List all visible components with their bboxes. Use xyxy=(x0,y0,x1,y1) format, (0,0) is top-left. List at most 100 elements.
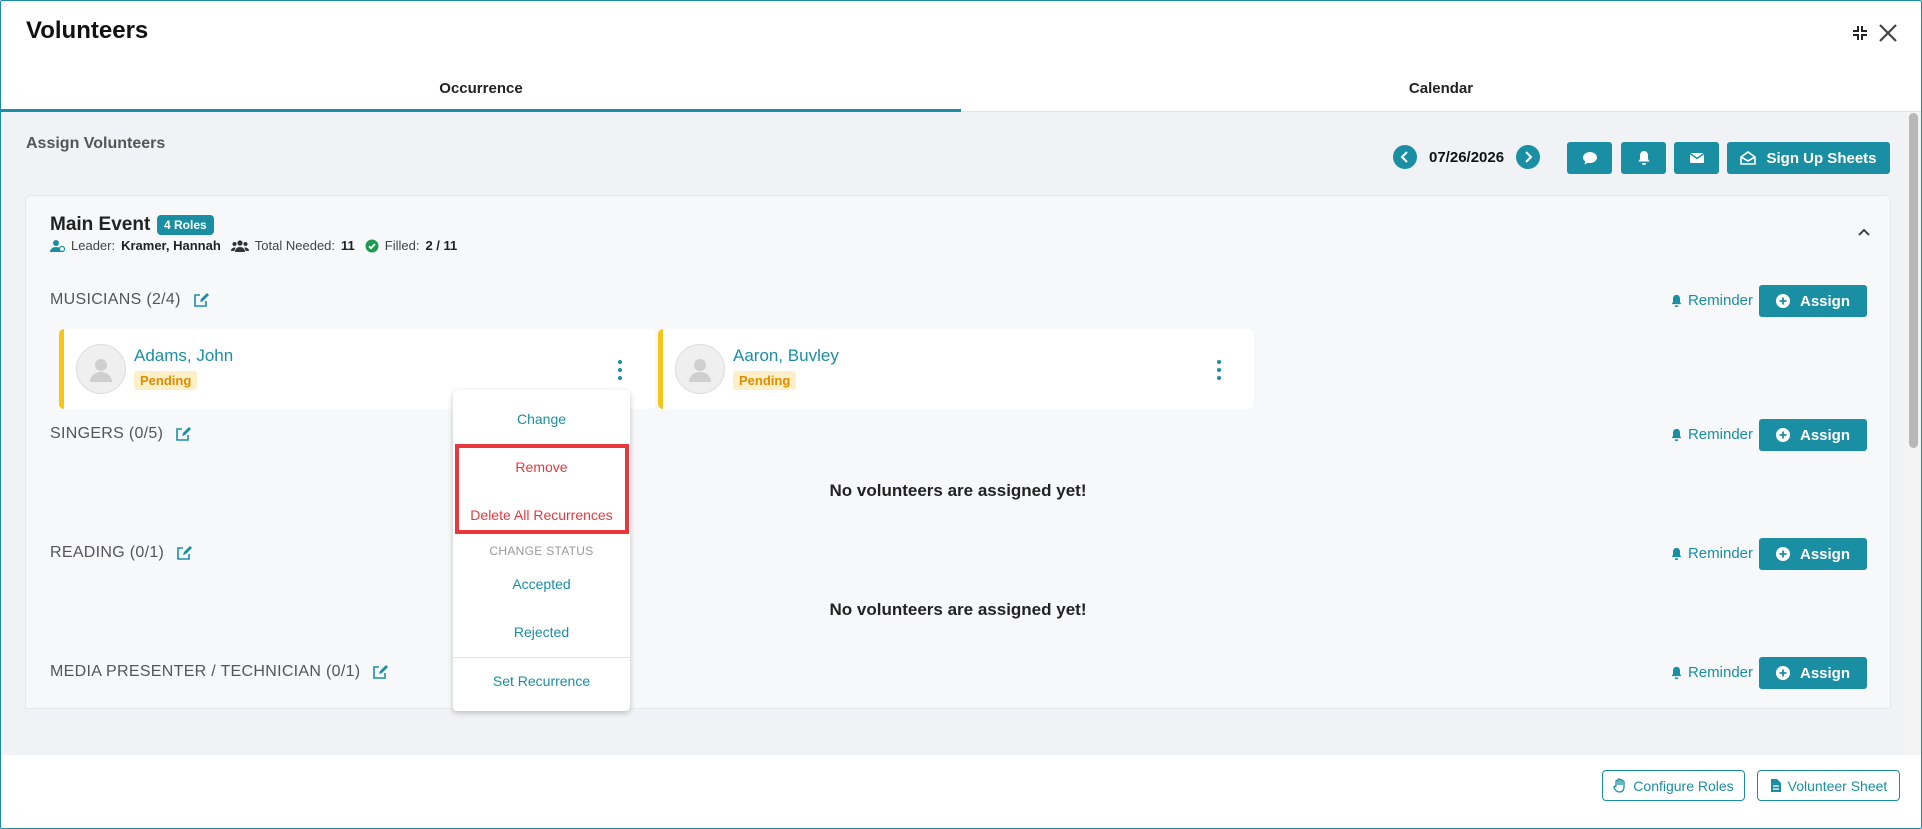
notification-button[interactable] xyxy=(1621,142,1666,174)
role-name: READING (0/1) xyxy=(50,544,165,561)
total-needed-label: Total Needed: xyxy=(254,238,336,253)
next-date-button[interactable] xyxy=(1516,145,1541,169)
reminder-button-media-presenter[interactable]: Reminder xyxy=(1670,664,1753,681)
empty-message-singers: No volunteers are assigned yet! xyxy=(829,481,1087,500)
edit-icon[interactable] xyxy=(372,664,389,680)
edit-icon[interactable] xyxy=(176,545,193,561)
scrollbar-thumb[interactable] xyxy=(1909,113,1918,448)
envelope-open-icon xyxy=(1740,151,1757,165)
tab-calendar[interactable]: Calendar xyxy=(961,65,1921,111)
menu-item-set-recurrence[interactable]: Set Recurrence xyxy=(453,673,630,689)
assign-button-reading[interactable]: Assign xyxy=(1759,538,1867,570)
reminder-button-singers[interactable]: Reminder xyxy=(1670,426,1753,443)
menu-item-accepted[interactable]: Accepted xyxy=(453,576,630,592)
tab-bar: Occurrence Calendar xyxy=(1,65,1921,112)
check-circle-icon xyxy=(365,239,379,252)
tab-calendar-label: Calendar xyxy=(1408,79,1474,97)
event-card: Main Event 4 Roles Leader: Kramer, Hanna… xyxy=(25,195,1891,709)
role-header-media-presenter: MEDIA PRESENTER / TECHNICIAN (0/1) xyxy=(50,663,389,681)
volunteers-dialog: Volunteers Occurrence Calendar Assign Vo… xyxy=(0,0,1922,829)
bell-icon xyxy=(1671,428,1682,441)
date-navigator: 07/26/2026 xyxy=(1393,145,1541,169)
more-options-icon[interactable] xyxy=(615,359,625,381)
menu-item-rejected[interactable]: Rejected xyxy=(453,624,630,640)
tab-occurrence-label: Occurrence xyxy=(439,79,523,97)
filled-value: 2 / 11 xyxy=(425,238,458,253)
role-name: MUSICIANS (2/4) xyxy=(50,291,181,308)
plus-circle-icon xyxy=(1775,666,1790,680)
chevron-left-icon xyxy=(1400,151,1408,163)
chat-button[interactable] xyxy=(1567,142,1612,174)
chevron-right-icon xyxy=(1525,151,1533,163)
event-title: Main Event xyxy=(50,214,151,235)
bell-icon xyxy=(1671,294,1682,307)
total-needed-value: 11 xyxy=(341,238,355,253)
more-options-icon[interactable] xyxy=(1214,359,1224,381)
configure-roles-label: Configure Roles xyxy=(1633,777,1734,794)
leader-icon xyxy=(50,239,65,252)
assign-label: Assign xyxy=(1799,545,1850,563)
email-button[interactable] xyxy=(1674,142,1719,174)
edit-icon[interactable] xyxy=(193,292,209,308)
users-icon xyxy=(230,239,249,252)
dialog-title: Volunteers xyxy=(26,17,149,44)
bell-icon xyxy=(1671,547,1682,560)
assign-label: Assign xyxy=(1799,426,1850,444)
prev-date-button[interactable] xyxy=(1393,145,1417,169)
plus-circle-icon xyxy=(1775,428,1790,442)
minimize-icon[interactable] xyxy=(1846,19,1874,47)
assign-button-singers[interactable]: Assign xyxy=(1759,419,1867,451)
plus-circle-icon xyxy=(1775,547,1790,561)
configure-roles-button[interactable]: Configure Roles xyxy=(1602,770,1745,801)
assign-label: Assign xyxy=(1799,292,1850,310)
avatar xyxy=(76,344,126,394)
assign-button-musicians[interactable]: Assign xyxy=(1759,285,1867,317)
menu-divider xyxy=(453,657,630,658)
current-date: 07/26/2026 xyxy=(1429,148,1505,166)
avatar xyxy=(675,344,725,394)
menu-item-delete-all-recurrences[interactable]: Delete All Recurrences xyxy=(453,507,630,523)
role-header-reading: READING (0/1) xyxy=(50,544,193,562)
plus-circle-icon xyxy=(1775,294,1790,308)
user-placeholder-icon xyxy=(90,359,112,382)
role-name: MEDIA PRESENTER / TECHNICIAN (0/1) xyxy=(50,663,361,680)
assign-volunteers-heading: Assign Volunteers xyxy=(26,135,166,152)
volunteer-name[interactable]: Aaron, Buvley xyxy=(733,346,839,366)
volunteer-name[interactable]: Adams, John xyxy=(134,346,233,366)
volunteer-card: Aaron, Buvley Pending xyxy=(658,329,1254,409)
reminder-label: Reminder xyxy=(1687,426,1753,443)
menu-section-change-status: CHANGE STATUS xyxy=(489,544,594,558)
close-icon[interactable] xyxy=(1874,19,1902,47)
reminder-button-reading[interactable]: Reminder xyxy=(1670,545,1753,562)
reminder-label: Reminder xyxy=(1687,545,1753,562)
tab-occurrence[interactable]: Occurrence xyxy=(1,65,961,112)
filled-label: Filled: xyxy=(384,238,420,253)
event-meta: Leader: Kramer, Hannah Total Needed: 11 … xyxy=(50,238,457,253)
menu-item-change[interactable]: Change xyxy=(453,411,630,427)
leader-name: Kramer, Hannah xyxy=(121,238,221,253)
assign-button-media-presenter[interactable]: Assign xyxy=(1759,657,1867,689)
bell-icon xyxy=(1671,666,1682,679)
chat-bubble-icon xyxy=(1582,152,1597,165)
envelope-icon xyxy=(1689,152,1704,163)
user-placeholder-icon xyxy=(689,359,711,382)
menu-item-remove[interactable]: Remove xyxy=(453,459,630,475)
role-header-musicians: MUSICIANS (2/4) xyxy=(50,291,209,309)
role-name: SINGERS (0/5) xyxy=(50,425,164,442)
volunteer-sheet-button[interactable]: Volunteer Sheet xyxy=(1757,770,1900,801)
empty-message-reading: No volunteers are assigned yet! xyxy=(829,600,1087,619)
chevron-up-icon[interactable] xyxy=(1856,224,1872,240)
sign-up-sheets-button[interactable]: Sign Up Sheets xyxy=(1727,142,1890,174)
reminder-label: Reminder xyxy=(1687,292,1753,309)
hand-icon xyxy=(1613,778,1625,793)
leader-label: Leader: xyxy=(71,238,116,253)
reminder-button-musicians[interactable]: Reminder xyxy=(1670,292,1753,309)
bell-icon xyxy=(1638,151,1649,165)
reminder-label: Reminder xyxy=(1687,664,1753,681)
role-header-singers: SINGERS (0/5) xyxy=(50,425,192,443)
roles-badge: 4 Roles xyxy=(157,215,214,235)
status-badge: Pending xyxy=(134,371,198,390)
document-icon xyxy=(1770,779,1781,792)
edit-icon[interactable] xyxy=(175,426,192,442)
volunteer-sheet-label: Volunteer Sheet xyxy=(1787,777,1888,794)
